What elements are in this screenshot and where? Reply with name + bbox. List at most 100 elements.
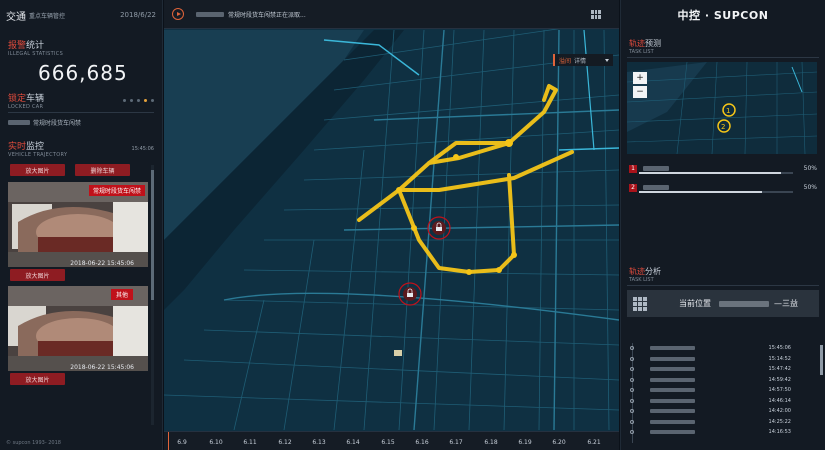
timeline-tick[interactable]: 6.9 [177, 439, 187, 446]
timeline-node-icon [630, 356, 634, 361]
locked-car-header: 锁定车辆 LOCKED CAR [0, 91, 162, 110]
timeline-item[interactable]: 14:42:00 [627, 406, 807, 417]
trajectory-preview-subtitle: TASK LIST [629, 49, 654, 55]
ticker-text: 常规时段货车闯禁正在派取... [228, 11, 306, 19]
timeline-time: 14:57:50 [768, 387, 791, 394]
locked-car-item[interactable]: 常规时段货车闯禁 [0, 116, 162, 129]
map-filter-select[interactable]: 溢间 详情 [553, 54, 613, 66]
ticker: 常规时段货车闯禁正在派取... [196, 10, 306, 19]
grid-menu-icon[interactable] [591, 10, 601, 19]
timeline-item[interactable]: 14:59:42 [627, 375, 807, 386]
task-progress-fill [639, 191, 763, 193]
left-header: 交通 重点车辆管控 2018/6/22 [0, 0, 162, 30]
timeline-tick[interactable]: 6.17 [449, 439, 462, 446]
preview-minimap[interactable]: 1 2 + − [627, 62, 817, 154]
right-scrollbar-thumb[interactable] [820, 345, 823, 375]
timeline-tick[interactable]: 6.18 [484, 439, 497, 446]
enlarge-image-button[interactable]: 放大图片 [10, 269, 65, 281]
zoom-in-button[interactable]: + [633, 72, 647, 84]
timeline-item[interactable]: 14:46:14 [627, 396, 807, 407]
map-area[interactable]: 常规时段货车闯禁正在派取... 溢间 详情 6.9 6.10 6.11 6.12… [164, 0, 619, 450]
carousel-dot-active[interactable] [144, 99, 147, 102]
timeline-tick[interactable]: 6.15 [381, 439, 394, 446]
task-name-blur [643, 185, 669, 190]
timeline-tick[interactable]: 6.14 [346, 439, 359, 446]
timeline-item[interactable]: 15:47:42 [627, 364, 807, 375]
timeline-node-icon [630, 398, 634, 403]
locked-car-item-label: 常规时段货车闯禁 [33, 120, 82, 127]
svg-text:2: 2 [721, 123, 725, 131]
minimap-image: 1 2 [627, 62, 817, 154]
carousel-dot[interactable] [151, 99, 154, 102]
timeline-cursor[interactable] [168, 432, 169, 450]
locked-car-subtitle: LOCKED CAR [8, 104, 44, 110]
timeline-time: 15:45:06 [768, 345, 791, 352]
timeline-time: 14:59:42 [768, 376, 791, 383]
timeline-tick[interactable]: 6.12 [278, 439, 291, 446]
task-row[interactable]: 2 50% [621, 179, 825, 196]
timeline-item[interactable]: 15:45:06 [627, 343, 807, 354]
task-progress-fill [639, 172, 781, 174]
enlarge-image-button[interactable]: 放大图片 [10, 373, 65, 385]
timeline-tick[interactable]: 6.19 [518, 439, 531, 446]
timeline-node-icon [630, 346, 634, 351]
timeline-time: 14:42:00 [768, 408, 791, 415]
copyright: © supcon 1993- 2018 [6, 440, 61, 446]
carousel-dot[interactable] [123, 99, 126, 102]
timeline-time: 14:46:14 [768, 397, 791, 404]
city-map[interactable] [164, 0, 619, 450]
violation-tag-2: 其他 [110, 289, 133, 300]
timeline-item[interactable]: 15:14:52 [627, 354, 807, 365]
trajectory-timeline: 15:45:06 15:14:52 15:47:42 14:59:42 14:5… [627, 343, 807, 443]
trajectory-analysis-subtitle: TASK LIST [629, 277, 654, 283]
carousel-dots[interactable] [123, 99, 154, 102]
date-timeline[interactable]: 6.9 6.10 6.11 6.12 6.13 6.14 6.15 6.16 6… [164, 431, 619, 450]
left-panel: 交通 重点车辆管控 2018/6/22 报警统计 ILLEGAL STATIST… [0, 0, 163, 450]
timeline-item[interactable]: 14:25:22 [627, 417, 807, 428]
photo-time-2: 2018-06-22 15:45:06 [70, 364, 134, 371]
task-number: 2 [629, 183, 637, 192]
timeline-item[interactable]: 14:57:50 [627, 385, 807, 396]
timeline-time: 15:47:42 [768, 366, 791, 373]
header-date: 2018/6/22 [120, 11, 156, 19]
timeline-tick[interactable]: 6.16 [415, 439, 428, 446]
violation-tag-1: 常规时段货车闯禁 [88, 185, 145, 196]
zoom-out-button[interactable]: − [633, 86, 647, 98]
location-blur [650, 430, 695, 435]
play-icon[interactable] [172, 8, 184, 20]
timeline-tick[interactable]: 6.13 [312, 439, 325, 446]
timeline-node-icon [630, 419, 634, 424]
vehicle-photo-1[interactable]: 常规时段货车闯禁 2018-06-22 15:45:06 [8, 182, 148, 267]
timeline-tick[interactable]: 6.21 [587, 439, 600, 446]
current-position-value: —三益 [774, 299, 798, 308]
location-blur [650, 356, 695, 361]
map-filter-highlight: 溢间 [559, 57, 572, 65]
delete-vehicle-button[interactable]: 删除车辆 [75, 164, 130, 176]
app-title: 交通 [6, 11, 26, 23]
timeline-item[interactable]: 14:16:53 [627, 427, 807, 438]
task-number: 1 [629, 164, 637, 173]
brand-logo: 中控 · SUPCON [677, 9, 769, 22]
left-scrollbar-thumb[interactable] [151, 170, 154, 300]
vehicle-photo-2[interactable]: 其他 2018-06-22 15:45:06 [8, 286, 148, 371]
timeline-tick[interactable]: 6.11 [243, 439, 256, 446]
timeline-time: 15:14:52 [768, 355, 791, 362]
location-blur [650, 388, 695, 393]
timeline-tick[interactable]: 6.10 [209, 439, 222, 446]
trajectory-analysis-title: 轨迹分析 [629, 267, 661, 276]
timeline-tick[interactable]: 6.20 [552, 439, 565, 446]
enlarge-image-button[interactable]: 放大图片 [10, 164, 65, 176]
plate-blur [8, 120, 30, 125]
ticker-bar: 常规时段货车闯禁正在派取... [164, 0, 619, 29]
app-subtitle: 重点车辆管控 [29, 12, 66, 20]
right-panel: 中控 · SUPCON 轨迹预测 TASK LIST 1 2 + − 1 50%… [620, 0, 825, 450]
task-progress-track [639, 191, 793, 193]
timeline-node-icon [630, 377, 634, 382]
location-blur [650, 419, 695, 424]
task-row[interactable]: 1 50% [621, 160, 825, 177]
carousel-dot[interactable] [137, 99, 140, 102]
illegal-stats-title: 报警统计 [8, 41, 45, 51]
carousel-dot[interactable] [130, 99, 133, 102]
location-blur [650, 409, 695, 414]
timeline-node-icon [630, 409, 634, 414]
